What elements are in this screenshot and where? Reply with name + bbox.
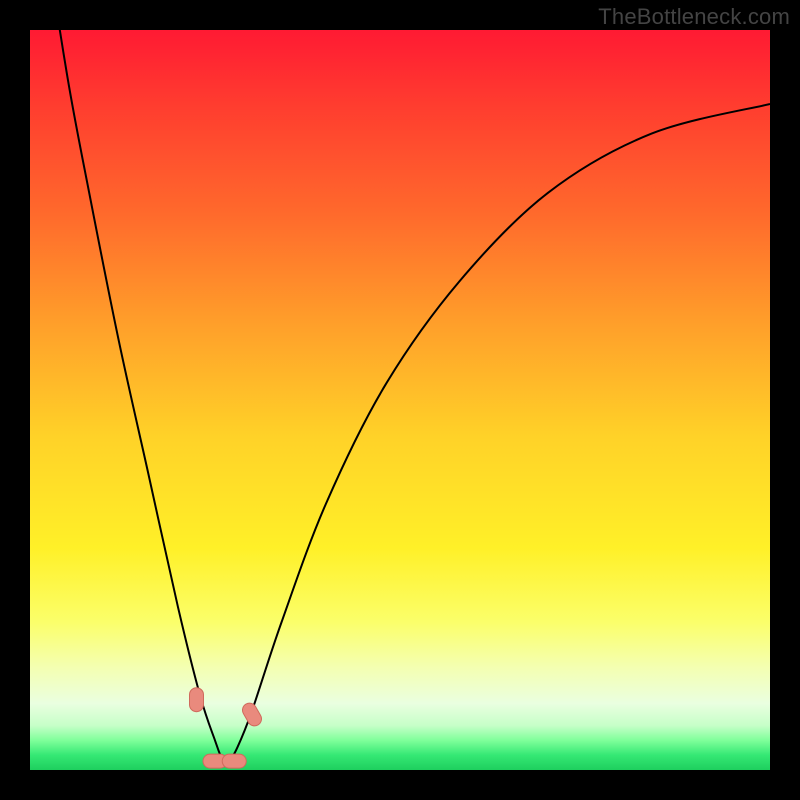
attribution-text: TheBottleneck.com [598, 4, 790, 30]
marker-group [190, 688, 265, 768]
curve-marker [240, 701, 264, 729]
curve-marker [222, 754, 246, 768]
curve-layer [30, 30, 770, 770]
chart-frame: TheBottleneck.com [0, 0, 800, 800]
plot-area [30, 30, 770, 770]
bottleneck-curve [30, 30, 770, 761]
curve-marker [190, 688, 204, 712]
